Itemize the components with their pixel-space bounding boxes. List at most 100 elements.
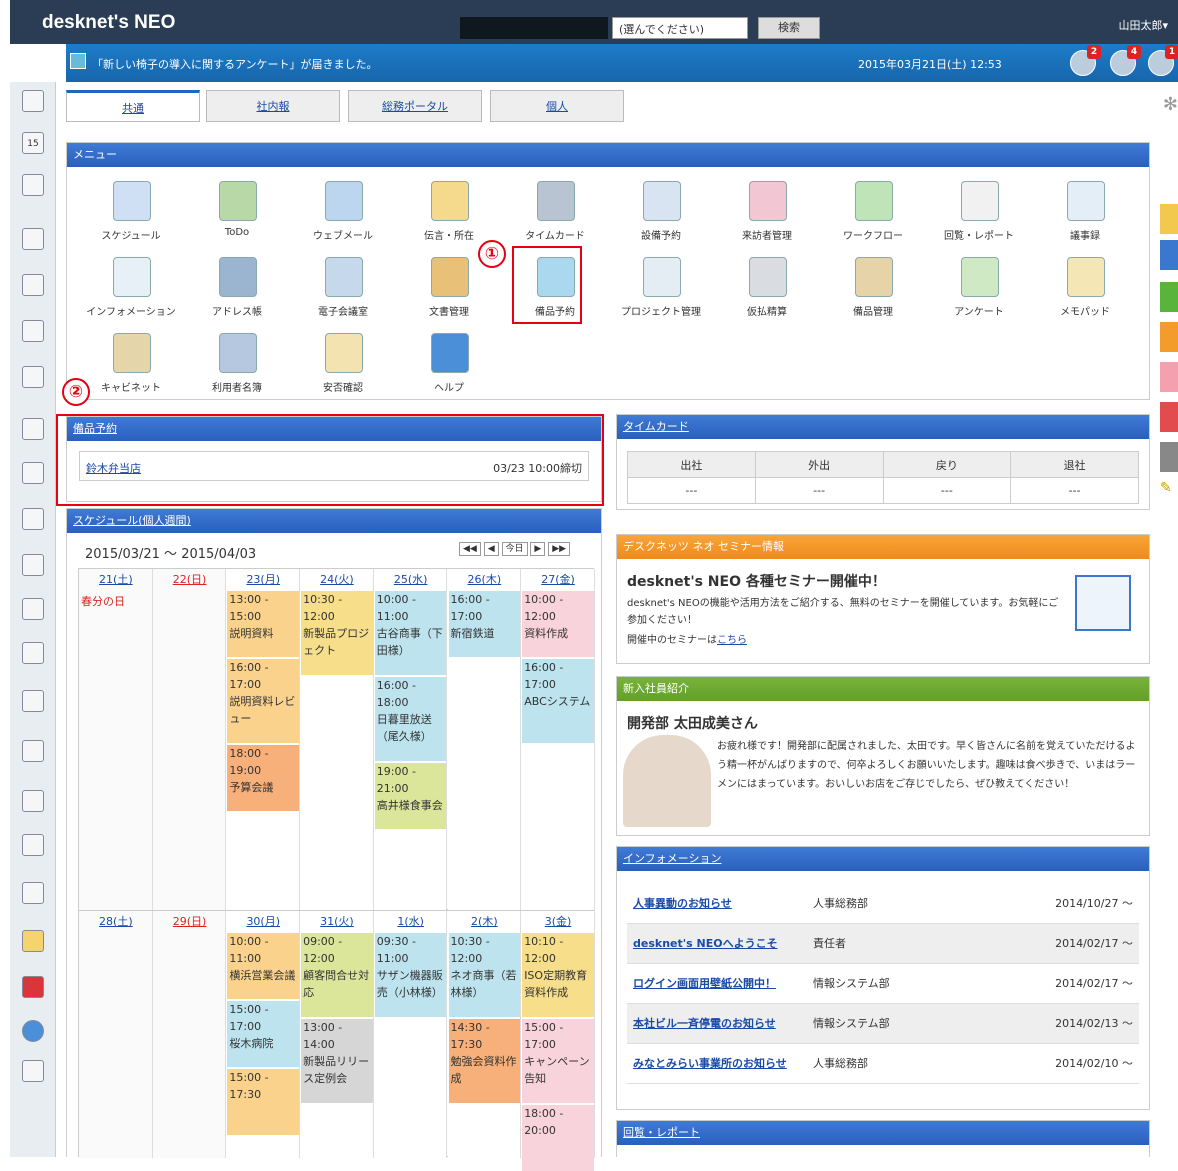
menu-item[interactable]: プロジェクト管理 [611, 255, 711, 325]
timecard-clockin[interactable]: 出社 [627, 451, 756, 478]
folder-red-icon[interactable] [22, 976, 44, 998]
calendar-event[interactable]: 09:30 - 11:00 サザン機器販売（小林様） [374, 933, 447, 1017]
calendar-event[interactable]: 10:30 - 12:00 新製品プロジェクト [301, 591, 373, 675]
gear-icon[interactable]: ✻ [1163, 94, 1178, 115]
calendar-event[interactable]: 19:00 - 21:00 高井様食事会 [374, 763, 447, 829]
calendar-event[interactable]: 10:00 - 11:00 古谷商事（下田様） [374, 591, 447, 675]
menu-item[interactable]: 安否確認 [293, 331, 393, 401]
search-button[interactable]: 検索 [758, 17, 820, 39]
conference-icon[interactable] [22, 508, 44, 530]
right-tab-pencil-icon[interactable]: ✎ [1160, 480, 1178, 510]
folder-gray-icon[interactable] [22, 882, 44, 904]
notice-message[interactable]: 「新しい椅子の導入に関するアンケート」が届きました。 [92, 56, 378, 72]
next-week-icon[interactable]: ▶▶ [548, 542, 571, 556]
tab-personal[interactable]: 個人 [490, 90, 624, 122]
safety-icon[interactable] [22, 690, 44, 712]
timecard-clockout[interactable]: 退社 [1010, 451, 1139, 478]
directory-icon[interactable] [22, 554, 44, 576]
calendar-day-header[interactable]: 2(木) [448, 913, 522, 933]
menu-item[interactable]: 利用者名簿 [187, 331, 287, 401]
schedule-title[interactable]: スケジュール(個人週間) [67, 509, 601, 533]
menu-item[interactable]: キャビネット [81, 331, 181, 401]
right-tab-red[interactable] [1160, 402, 1178, 432]
today-button[interactable]: 今日 [501, 542, 528, 556]
user-menu[interactable]: 山田太郎▾ [1118, 17, 1168, 33]
tab-common[interactable]: 共通 [66, 90, 200, 122]
calendar-day-header[interactable]: 3(金) [521, 913, 595, 933]
calendar-event[interactable]: 14:30 - 17:30 勉強会資料作成 [448, 1019, 521, 1103]
text-icon[interactable] [22, 1060, 44, 1082]
menu-item[interactable]: 議事録 [1035, 179, 1135, 249]
folder-yellow-icon[interactable] [22, 930, 44, 952]
list-icon[interactable] [22, 834, 44, 856]
portal-icon[interactable] [22, 90, 44, 112]
menu-item[interactable]: タイムカード [505, 179, 605, 249]
information-link[interactable]: desknet's NEOへようこそ [627, 923, 807, 964]
calendar-event[interactable]: 18:00 - 20:00 [522, 1105, 594, 1171]
calendar-day-header[interactable]: 24(火) [300, 571, 374, 591]
calendar-day-column[interactable] [152, 569, 227, 911]
calendar-day-header[interactable]: 30(月) [226, 913, 300, 933]
calendar-day-header[interactable]: 21(土) [79, 571, 153, 591]
user-icon[interactable]: 1 [1148, 45, 1178, 76]
memo-icon[interactable] [22, 642, 44, 664]
calendar-day-column[interactable] [152, 911, 227, 1158]
prev-day-icon[interactable]: ◀ [483, 542, 499, 556]
information-link[interactable]: みなとみらい事業所のお知らせ [627, 1043, 807, 1084]
menu-item[interactable]: インフォメーション [81, 255, 181, 325]
calendar-event[interactable]: 16:00 - 17:00 説明資料レビュー [227, 659, 300, 743]
menu-item[interactable]: 回覧・レポート [929, 179, 1029, 249]
calendar-day-header[interactable]: 28(土) [79, 913, 153, 933]
cabinet-icon[interactable] [22, 598, 44, 620]
next-day-icon[interactable]: ▶ [530, 542, 546, 556]
menu-item[interactable]: 来訪者管理 [717, 179, 817, 249]
calendar-day-column[interactable] [79, 911, 153, 1158]
calendar-day-header[interactable]: 26(木) [448, 571, 522, 591]
seminar-link[interactable]: こちら [717, 635, 747, 646]
information-icon[interactable] [22, 418, 44, 440]
calendar-event[interactable]: 10:00 - 11:00 横浜営業会議 [227, 933, 300, 999]
menu-item[interactable]: アンケート [929, 255, 1029, 325]
calendar-event[interactable]: 10:00 - 12:00 資料作成 [522, 591, 594, 657]
calendar-day-header[interactable]: 25(水) [374, 571, 448, 591]
menu-item[interactable]: ウェブメール [293, 179, 393, 249]
search-category-select[interactable]: (選んでください) [612, 17, 748, 39]
prev-week-icon[interactable]: ◀◀ [459, 542, 481, 556]
information-link[interactable]: ログイン画面用壁紙公開中！ [627, 963, 807, 1004]
calendar-day-header[interactable]: 1(水) [374, 913, 448, 933]
calendar-event[interactable]: 15:00 - 17:30 [227, 1069, 300, 1135]
calendar-event[interactable]: 16:00 - 18:00 日暮里放送（尾久様） [374, 677, 447, 761]
right-tab-orange[interactable] [1160, 322, 1178, 352]
report-title[interactable]: 回覧・レポート [617, 1121, 1149, 1145]
calendar-event[interactable]: 15:00 - 17:00 桜木病院 [227, 1001, 300, 1067]
menu-item[interactable]: ヘルプ [399, 331, 499, 401]
calendar-event[interactable]: 18:00 - 19:00 予算会議 [227, 745, 300, 811]
attention-icon[interactable]: 2 [1070, 45, 1101, 76]
calendar-event[interactable]: 10:30 - 12:00 ネオ商事（若林様） [448, 933, 521, 1017]
calendar-event[interactable]: 15:00 - 17:00 キャンペーン告知 [522, 1019, 594, 1103]
report-icon[interactable] [22, 274, 44, 296]
right-tab-yellow[interactable] [1160, 204, 1178, 234]
calendar-day-header[interactable]: 29(日) [153, 913, 227, 933]
app-logo[interactable]: desknet's NEO [42, 12, 175, 34]
calendar-day-header[interactable]: 27(金) [521, 571, 595, 591]
calendar-event[interactable]: 09:00 - 12:00 顧客問合せ対応 [301, 933, 373, 1017]
information-title[interactable]: インフォメーション [617, 847, 1149, 871]
calendar-day-header[interactable]: 23(月) [226, 571, 300, 591]
timecard-title[interactable]: タイムカード [617, 415, 1149, 439]
timecard-out[interactable]: 外出 [754, 451, 884, 478]
right-tab-blue[interactable] [1160, 240, 1178, 270]
right-tab-gray[interactable] [1160, 442, 1178, 472]
facility-icon[interactable] [22, 228, 44, 250]
calendar-event[interactable]: 13:00 - 15:00 説明資料 [227, 591, 300, 657]
menu-item[interactable]: 伝言・所在 [399, 179, 499, 249]
tab-general-affairs[interactable]: 総務ポータル [348, 90, 482, 122]
calendar-day-header[interactable]: 22(日) [153, 571, 227, 591]
information-link[interactable]: 人事異動のお知らせ [627, 883, 807, 924]
menu-item[interactable]: 備品管理 [823, 255, 923, 325]
information-link[interactable]: 本社ビル一斉停電のお知らせ [627, 1003, 807, 1044]
calendar-event[interactable]: 16:00 - 17:00 新宿鉄道 [448, 591, 521, 657]
help-icon[interactable] [22, 1020, 44, 1042]
menu-item[interactable]: メモパッド [1035, 255, 1135, 325]
workflow-icon[interactable] [22, 366, 44, 388]
